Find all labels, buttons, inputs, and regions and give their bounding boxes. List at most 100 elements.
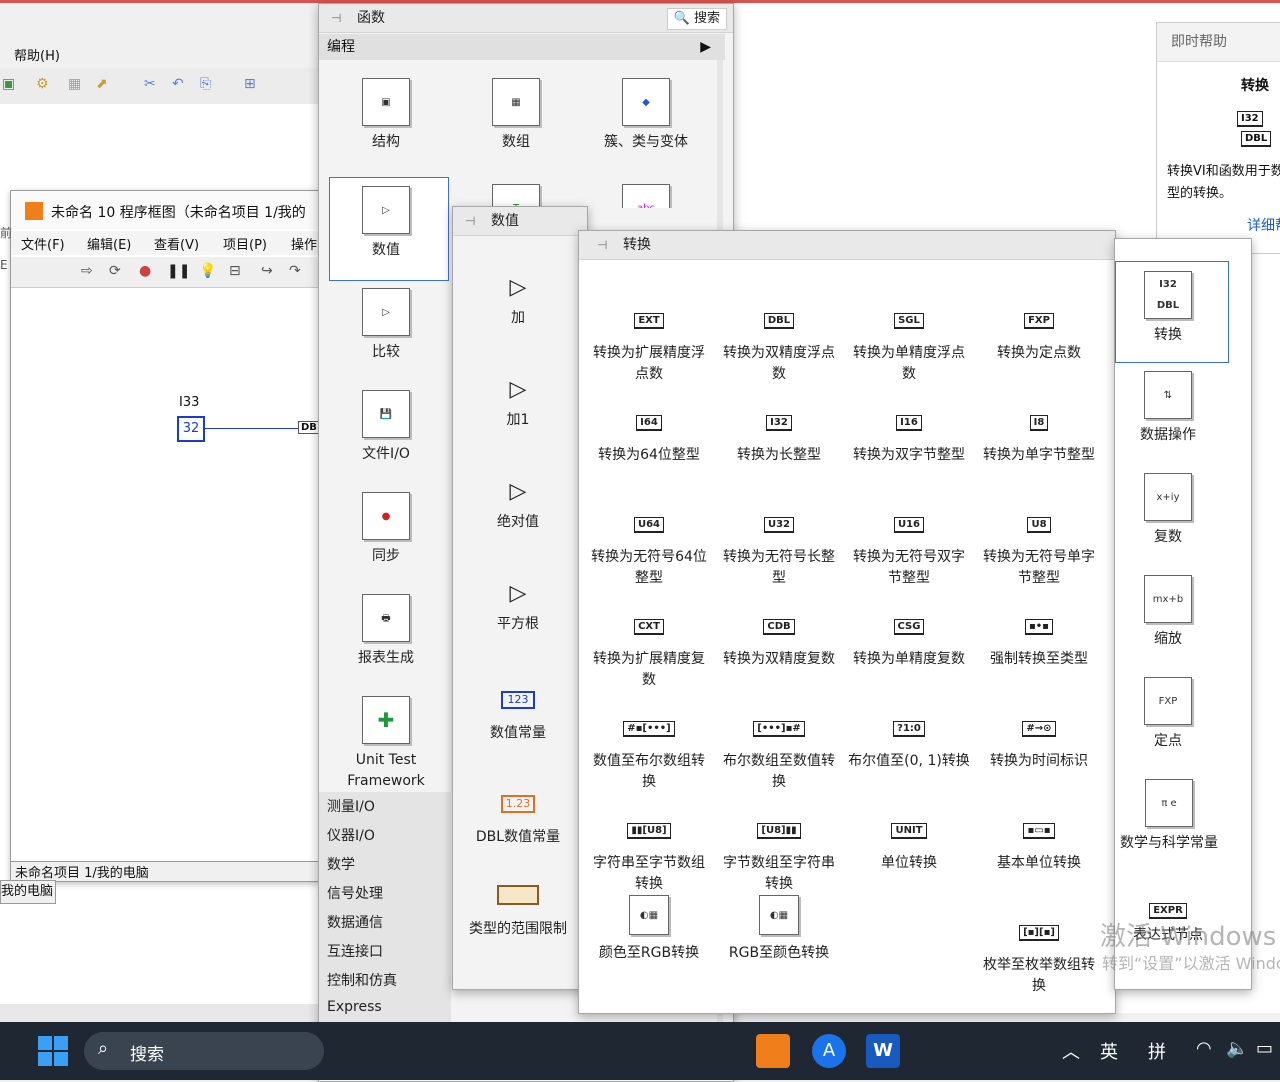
category-measurement-io[interactable]: 测量I/O [327,796,375,816]
pin-icon[interactable]: ⊣ [465,207,481,235]
conversion-item[interactable]: CXT 转换为扩展精度复数 [587,615,711,691]
search-button[interactable]: 🔍 搜索 [666,8,727,30]
ime-mode[interactable]: 拼 [1148,1038,1166,1064]
menu-help[interactable]: 帮助(H) [14,45,60,64]
conversion-item[interactable]: EXT 转换为扩展精度浮点数 [587,309,711,385]
conversion-item[interactable]: U64 转换为无符号64位整型 [587,513,711,589]
to-dbl-node[interactable]: DB [298,421,320,434]
numeric-item-dbl-constant[interactable]: 1.23 DBL数值常量 [453,795,583,848]
tools-icon[interactable]: ⚙ [36,76,49,92]
conversion-item[interactable]: ?1:0 布尔值至(0, 1)转换 [847,717,971,772]
pause-icon[interactable]: ❚❚ [167,263,190,279]
palette-item-report[interactable]: 🖶 报表生成 [341,594,431,669]
conversion-item[interactable]: ▪▭▪ 基本单位转换 [977,819,1101,874]
category-control-simulation[interactable]: 控制和仿真 [327,970,397,990]
palette-item-string[interactable]: abc [601,184,691,208]
conversion-item[interactable]: ◐▦ RGB至颜色转换 [717,895,841,964]
category-connectivity[interactable]: 互连接口 [327,941,383,961]
conversion-item[interactable]: I16 转换为双字节整型 [847,411,971,466]
app-taskbar-icon[interactable]: A [812,1034,846,1068]
bd-menu-view[interactable]: 查看(V) [154,234,199,253]
palette-item-cluster[interactable]: ◆ 簇、类与变体 [591,78,701,153]
battery-icon[interactable]: ▭ [1256,1038,1273,1059]
export-icon[interactable]: ⬈ [96,76,108,92]
palette-item-structures[interactable]: ▣ 结构 [341,78,431,153]
conversion-item[interactable]: UNIT 单位转换 [847,819,971,874]
category-math[interactable]: 数学 [327,854,355,874]
bd-menu-operate[interactable]: 操作 [291,234,317,253]
conversion-item[interactable]: I64 转换为64位整型 [587,411,711,466]
undo-icon[interactable]: ↶ [172,76,184,92]
wire[interactable] [204,428,298,429]
conversion-item[interactable]: #▪[•••] 数值至布尔数组转换 [587,717,711,793]
palette-item-array[interactable]: ▦ 数组 [471,78,561,153]
detailed-help-link[interactable]: 详细帮助信息 [1247,215,1280,235]
bd-menu-project[interactable]: 项目(P) [223,234,267,253]
run-arrow-icon[interactable]: ⇨ [81,263,93,279]
ime-language[interactable]: 英 [1100,1038,1118,1064]
step-over-icon[interactable]: ↷ [289,263,301,279]
package-icon[interactable]: ▦ [68,76,81,92]
sub-item-data-manipulation[interactable]: ⇅ 数据操作 [1115,371,1221,446]
step-into-icon[interactable]: ↪ [261,263,273,279]
conversion-item[interactable]: #→⊙ 转换为时间标识 [977,717,1101,772]
conversion-item[interactable]: U8 转换为无符号单字节整型 [977,513,1101,589]
palette-item-comparison[interactable]: ▷ 比较 [341,288,431,363]
abort-icon[interactable]: ● [139,263,151,279]
wifi-icon[interactable]: ◠ [1196,1038,1212,1059]
sub-item-fixed-point[interactable]: FXP 定点 [1115,677,1221,752]
numeric-item-abs[interactable]: ▷ 绝对值 [453,481,583,533]
conversion-item[interactable]: DBL 转换为双精度浮点数 [717,309,841,385]
conversion-item[interactable]: I8 转换为单字节整型 [977,411,1101,466]
pin-icon[interactable]: ⊣ [331,4,347,32]
bd-canvas[interactable]: I33 32 DB [11,289,320,861]
conversion-item[interactable]: CDB 转换为双精度复数 [717,615,841,670]
palette-item-numeric[interactable]: ▷ 数值 [341,186,431,261]
sub-item-scaling[interactable]: mx+b 缩放 [1115,575,1221,650]
conversion-item[interactable]: [▪][▪] 枚举至枚举数组转换 [977,921,1101,997]
bd-menu-file[interactable]: 文件(F) [21,234,65,253]
category-instrument-io[interactable]: 仪器I/O [327,825,375,845]
category-data-communication[interactable]: 数据通信 [327,912,383,932]
conversion-item[interactable]: [U8]▮▮ 字节数组至字符串转换 [717,819,841,895]
conversion-item[interactable]: U16 转换为无符号双字节整型 [847,513,971,589]
conversion-item[interactable]: ▪•▪ 强制转换至类型 [977,615,1101,670]
palette-item-file-io[interactable]: 💾 文件I/O [341,390,431,465]
conversion-item[interactable]: U32 转换为无符号长整型 [717,513,841,589]
paste-icon[interactable]: ⎘ [200,76,211,92]
run-continuous-icon[interactable]: ⟳ [109,263,121,279]
new-icon[interactable]: ▣ [2,76,15,92]
category-express[interactable]: Express [327,999,382,1015]
conversion-item[interactable]: ▮▮[U8] 字符串至字节数组转换 [587,819,711,895]
bd-menu-edit[interactable]: 编辑(E) [87,234,131,253]
conversion-item[interactable]: SGL 转换为单精度浮点数 [847,309,971,385]
sub-item-math-constants[interactable]: π e 数学与科学常量 [1115,779,1223,854]
taskbar-search[interactable]: ⌕ 搜索 [84,1032,324,1070]
conversion-item[interactable]: FXP 转换为定点数 [977,309,1101,364]
conversion-item[interactable]: ◐▦ 颜色至RGB转换 [587,895,711,964]
conversion-item[interactable]: CSG 转换为单精度复数 [847,615,971,670]
start-button[interactable] [38,1036,68,1066]
category-signal-processing[interactable]: 信号处理 [327,883,383,903]
pin-icon[interactable]: ⊣ [597,231,613,259]
conversion-item[interactable]: [•••]▪# 布尔数组至数值转换 [717,717,841,793]
numeric-constant-node[interactable]: 32 [177,416,205,442]
highlight-execution-icon[interactable]: 💡 [199,263,216,279]
palette-item-boolean[interactable]: T [471,184,561,208]
section-programming[interactable]: 编程 ▶ [319,34,725,60]
retain-wire-icon[interactable]: ⊟ [229,263,241,279]
numeric-item-increment[interactable]: ▷ 加1 [453,379,583,431]
add-icon[interactable]: ⊞ [244,76,256,92]
tray-expand-icon[interactable]: ︿ [1062,1038,1080,1064]
volume-icon[interactable]: 🔈 [1226,1038,1248,1059]
numeric-item-sqrt[interactable]: ▷ 平方根 [453,583,583,635]
numeric-item-range[interactable]: 类型的范围限制 [453,885,583,940]
numeric-item-constant[interactable]: 123 数值常量 [453,691,583,744]
palette-item-sync[interactable]: ● 同步 [341,492,431,567]
palette-item-unit-test[interactable]: ✚ Unit Test Framework [331,696,441,792]
word-taskbar-icon[interactable]: W [866,1034,900,1068]
sub-item-conversion[interactable]: I32 DBL 转换 [1115,271,1221,346]
labview-taskbar-icon[interactable] [756,1034,790,1068]
numeric-item-add[interactable]: ▷ 加 [453,277,583,329]
sub-item-complex[interactable]: x+iy 复数 [1115,473,1221,548]
